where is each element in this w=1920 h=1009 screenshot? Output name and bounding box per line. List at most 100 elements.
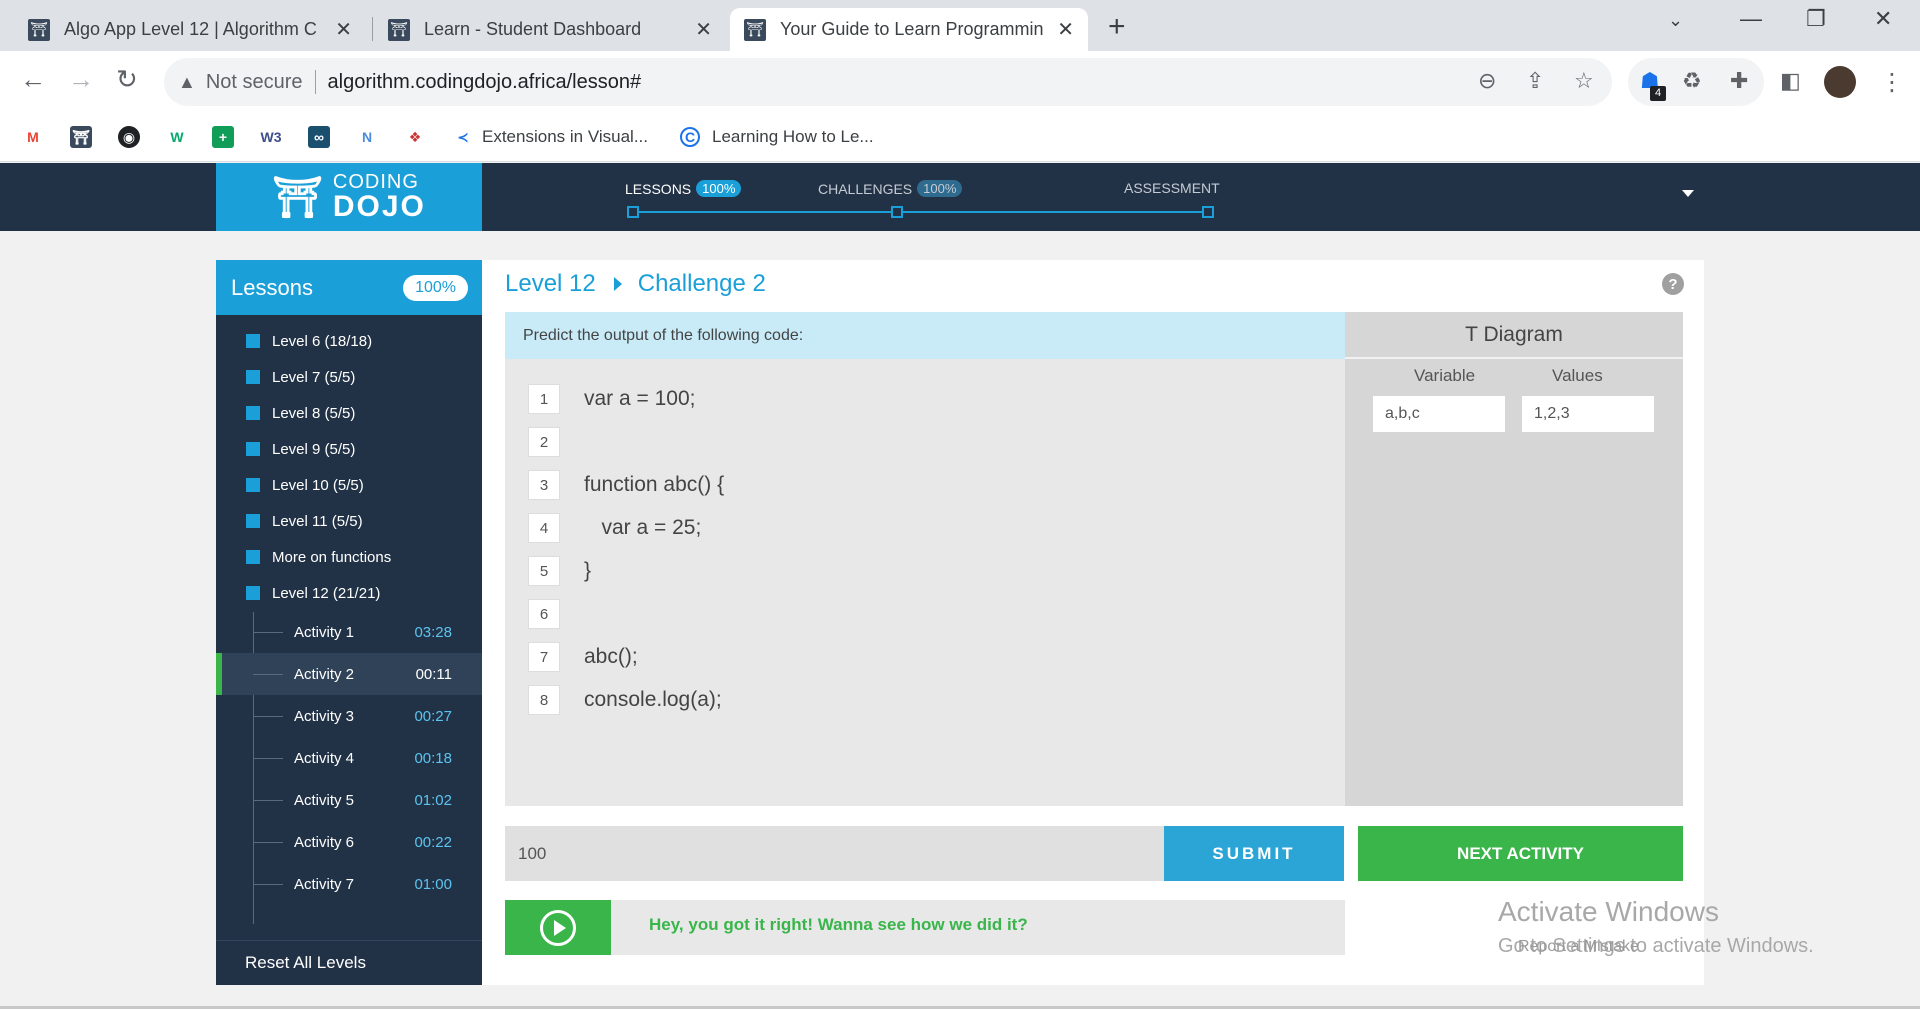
- puzzle-extensions-icon[interactable]: ✚: [1730, 68, 1748, 94]
- next-activity-button[interactable]: NEXT ACTIVITY: [1358, 826, 1683, 881]
- sidebar-activity-1[interactable]: Activity 1 03:28: [216, 611, 482, 653]
- t-diagram-title: T Diagram: [1345, 312, 1683, 359]
- coding-dojo-bookmark[interactable]: ⛩: [70, 122, 92, 152]
- progress-challenges[interactable]: CHALLENGES 100%: [818, 180, 963, 197]
- sidebar-activity-7[interactable]: Activity 7 01:00: [216, 863, 482, 905]
- coding-dojo-logo[interactable]: ⛩ CODING DOJO: [216, 163, 482, 231]
- sidebar-activity-5[interactable]: Activity 5 01:02: [216, 779, 482, 821]
- lessons-label: LESSONS: [625, 180, 692, 197]
- progress-lessons[interactable]: LESSONS 100%: [625, 180, 742, 197]
- forward-icon[interactable]: →: [68, 64, 94, 95]
- tab-title: Algo App Level 12 | Algorithm C: [64, 19, 317, 39]
- zoom-icon[interactable]: ⊖: [1478, 68, 1496, 94]
- share-icon[interactable]: ⇪: [1526, 68, 1544, 94]
- user-menu-caret-icon[interactable]: [1682, 190, 1694, 197]
- vscode-extensions-bookmark[interactable]: ≺ Extensions in Visual...: [452, 122, 648, 152]
- side-panel-icon[interactable]: ◧: [1780, 68, 1801, 94]
- url-text[interactable]: algorithm.codingdojo.africa/lesson#: [328, 71, 642, 94]
- codepen-bookmark[interactable]: ∞: [308, 122, 330, 152]
- torii-icon: ⛩: [272, 175, 323, 220]
- minimize-icon[interactable]: —: [1740, 6, 1762, 32]
- close-icon[interactable]: ✕: [1057, 17, 1074, 42]
- tab-guide-active[interactable]: ⛩ Your Guide to Learn Programmin ✕: [730, 8, 1088, 51]
- jira-bookmark[interactable]: ❖: [404, 122, 426, 152]
- github-bookmark[interactable]: ◉: [118, 122, 140, 152]
- level-square-icon: [246, 478, 260, 492]
- w3schools-bookmark[interactable]: W: [166, 122, 188, 152]
- restore-icon[interactable]: ❐: [1806, 6, 1826, 32]
- profile-avatar[interactable]: [1824, 66, 1856, 98]
- tab-student-dashboard[interactable]: ⛩ Learn - Student Dashboard ✕: [374, 8, 726, 51]
- sidebar-level-7[interactable]: Level 7 (5/5): [246, 359, 355, 395]
- gmail-bookmark[interactable]: M: [22, 122, 44, 152]
- close-icon[interactable]: ✕: [335, 17, 352, 42]
- bookmark-star-icon[interactable]: ☆: [1574, 68, 1594, 94]
- line-number: 2: [528, 427, 560, 457]
- sidebar-level-10[interactable]: Level 10 (5/5): [246, 467, 364, 503]
- recycle-extension-icon[interactable]: ♻: [1682, 68, 1702, 94]
- code-line: 5}: [528, 556, 591, 586]
- level-label: Level 9 (5/5): [272, 440, 356, 458]
- activate-windows-title: Activate Windows: [1498, 896, 1719, 927]
- vscode-icon: ≺: [457, 128, 469, 145]
- back-icon[interactable]: ←: [20, 64, 46, 95]
- sidebar-level-12[interactable]: Level 12 (21/21): [246, 575, 380, 611]
- line-number: 6: [528, 599, 560, 629]
- address-bar[interactable]: ▲ Not secure algorithm.codingdojo.africa…: [164, 58, 1612, 106]
- code-text: function abc() {: [584, 473, 725, 496]
- code-line: 6: [528, 599, 584, 629]
- warning-icon: ▲: [178, 71, 196, 92]
- tab-divider: [372, 17, 373, 41]
- sidebar-activity-2[interactable]: Activity 2 00:11: [216, 653, 482, 695]
- sidebar-level-9[interactable]: Level 9 (5/5): [246, 431, 355, 467]
- w3-bookmark[interactable]: W3: [260, 122, 282, 152]
- play-icon: [540, 909, 576, 946]
- close-icon[interactable]: ✕: [695, 17, 712, 42]
- level-square-icon: [246, 406, 260, 420]
- variable-input[interactable]: a,b,c: [1373, 396, 1505, 432]
- new-tab-icon[interactable]: +: [1108, 10, 1126, 44]
- reload-icon[interactable]: ↻: [116, 64, 138, 95]
- level-square-icon: [246, 514, 260, 528]
- sidebar-level-11[interactable]: Level 11 (5/5): [246, 503, 363, 539]
- code-line: 8 console.log(a);: [528, 685, 722, 715]
- notion-bookmark[interactable]: N: [356, 122, 378, 152]
- progress-assessment[interactable]: ASSESSMENT: [1124, 180, 1220, 196]
- sidebar-activity-4[interactable]: Activity 4 00:18: [216, 737, 482, 779]
- line-number: 8: [528, 685, 560, 715]
- reset-all-levels-button[interactable]: Reset All Levels: [216, 940, 482, 985]
- line-number: 5: [528, 556, 560, 586]
- breadcrumb-level[interactable]: Level 12: [505, 270, 596, 298]
- tab-search-icon[interactable]: ⌄: [1668, 10, 1683, 31]
- lessons-badge: 100%: [696, 180, 742, 197]
- learning-bookmark[interactable]: C Learning How to Le...: [680, 122, 874, 152]
- code-line: 3 function abc() {: [528, 470, 724, 500]
- logo-text-bottom: DOJO: [332, 190, 426, 223]
- sidebar-level-8[interactable]: Level 8 (5/5): [246, 395, 355, 431]
- play-solution-button[interactable]: [505, 900, 611, 955]
- sidebar-activity-3[interactable]: Activity 3 00:27: [216, 695, 482, 737]
- logo-text-top: CODING: [332, 171, 419, 193]
- kebab-menu-icon[interactable]: ⋮: [1880, 68, 1904, 97]
- security-label: Not secure: [205, 70, 303, 93]
- sidebar-progress-badge: 100%: [403, 274, 468, 301]
- line-number: 1: [528, 384, 560, 414]
- level-label: Level 8 (5/5): [272, 404, 356, 422]
- values-input[interactable]: 1,2,3: [1522, 396, 1654, 432]
- sidebar-activity-6[interactable]: Activity 6 00:22: [216, 821, 482, 863]
- help-icon[interactable]: ?: [1662, 273, 1684, 295]
- code-text: var a = 25;: [584, 516, 702, 539]
- report-mistake-link[interactable]: Report a Mistake: [1518, 938, 1639, 956]
- coding-dojo-favicon-icon: ⛩: [28, 18, 50, 41]
- activity-time: 01:00: [414, 875, 452, 893]
- sidebar-more-on-functions[interactable]: More on functions: [246, 539, 391, 575]
- submit-button[interactable]: SUBMIT: [1164, 826, 1344, 881]
- bookmarks-bar: [0, 114, 1920, 162]
- sidebar-level-6[interactable]: Level 6 (18/18): [246, 323, 372, 359]
- sheets-bookmark[interactable]: +: [212, 122, 234, 152]
- progress-node-assessment: [1202, 206, 1214, 218]
- tab-algo-app[interactable]: ⛩ Algo App Level 12 | Algorithm C ✕: [14, 8, 366, 51]
- feedback-text[interactable]: Hey, you got it right! Wanna see how we …: [649, 915, 1028, 935]
- answer-input[interactable]: 100: [505, 826, 1164, 881]
- window-close-icon[interactable]: ✕: [1874, 6, 1892, 32]
